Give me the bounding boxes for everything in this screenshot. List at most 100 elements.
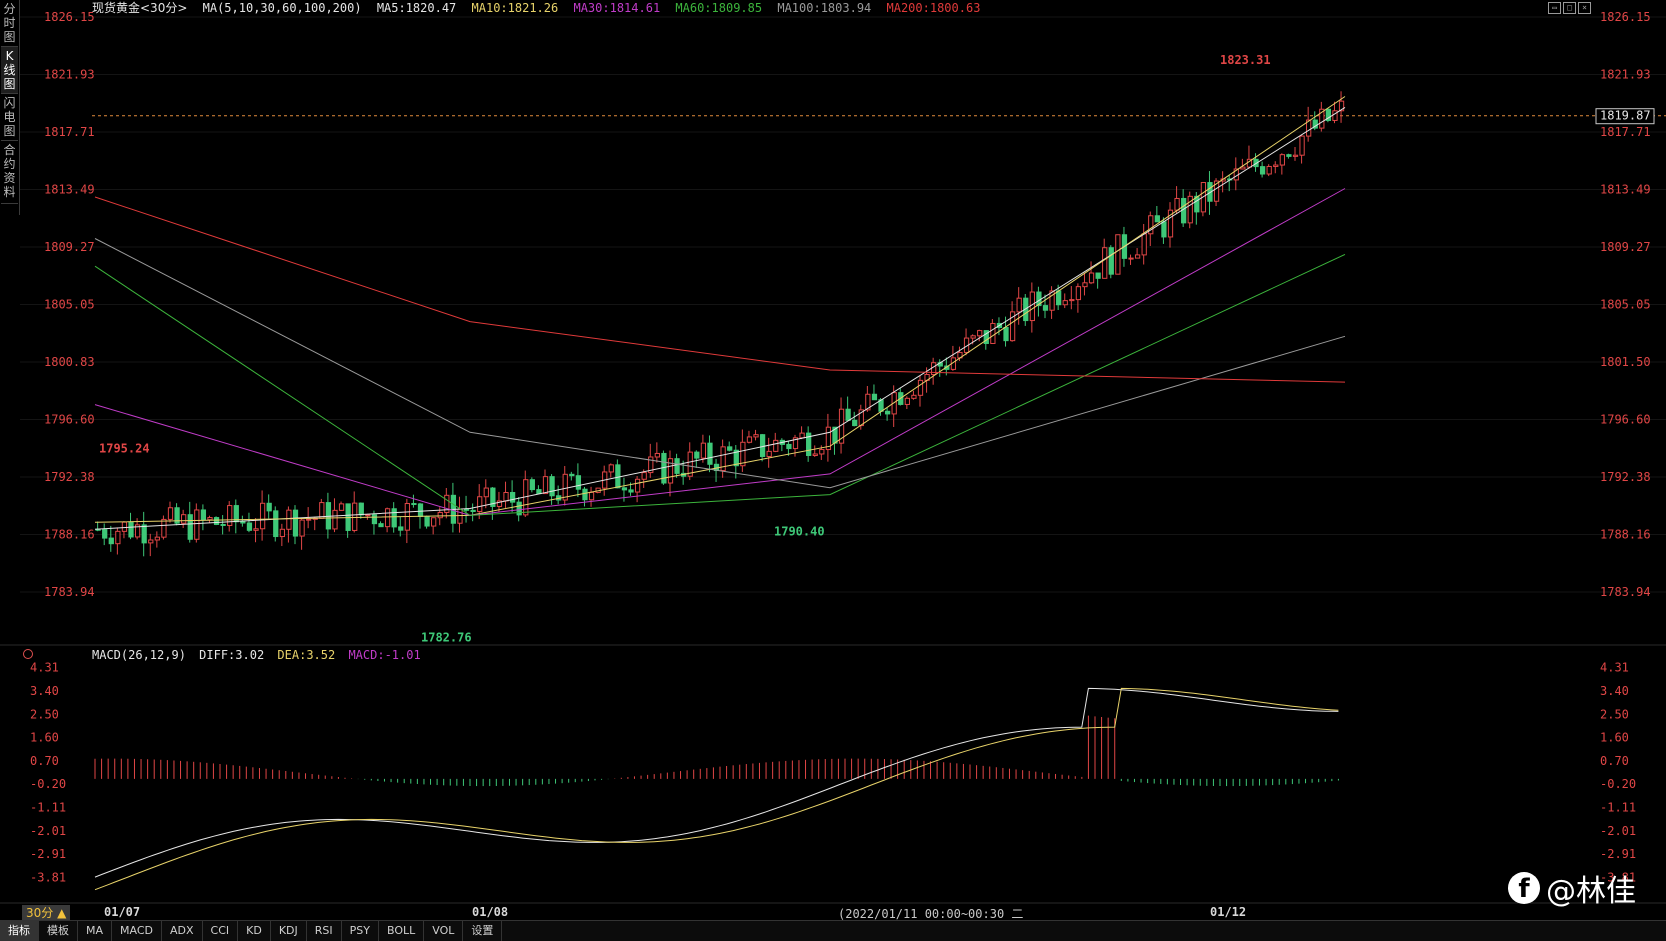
candle-body: [529, 479, 535, 491]
candle-body: [1134, 254, 1141, 259]
macd-dea-line: [94, 687, 1339, 891]
price-tick-left: 1809.27: [44, 240, 95, 254]
candle-body: [167, 507, 174, 520]
indicator-toolbar: 指标 模板 MA MACD ADX CCI KD KDJ RSI PSY BOL…: [0, 920, 1666, 941]
price-tick-left: 1821.93: [44, 68, 95, 82]
period-selector[interactable]: 30分 ▲: [22, 905, 71, 921]
candle-body: [483, 487, 489, 498]
tab-psy[interactable]: PSY: [342, 921, 379, 941]
macd-tick-left: -0.20: [30, 777, 66, 791]
macd-tick-left: 2.50: [30, 707, 59, 721]
candle-body: [148, 539, 154, 544]
ma-line-ma60: [94, 253, 1346, 516]
tab-ma[interactable]: MA: [78, 921, 113, 941]
tab-template[interactable]: 模板: [39, 921, 78, 941]
candle-body: [128, 521, 134, 538]
macd-tick-left: -3.81: [30, 870, 66, 884]
candle-body: [240, 521, 246, 524]
ma-line-ma100: [94, 238, 1346, 489]
price-tick-right: 1821.93: [1600, 68, 1651, 82]
candle-body: [799, 432, 805, 439]
price-tick-right: 1809.27: [1600, 240, 1651, 254]
candle-body: [1259, 166, 1266, 175]
candle-body: [121, 521, 128, 532]
macd-tick-right: 0.70: [1600, 754, 1629, 768]
tab-kd[interactable]: KD: [238, 921, 271, 941]
candle-body: [463, 508, 470, 511]
price-tick-left: 1817.71: [44, 125, 95, 139]
tab-kdj[interactable]: KDJ: [271, 921, 307, 941]
macd-dea: DEA:3.52: [277, 648, 336, 662]
tab-indicators[interactable]: 指标: [0, 921, 39, 941]
candle-body: [904, 397, 910, 405]
macd-header: MACD(26,12,9) DIFF:3.02 DEA:3.52 MACD:-1…: [92, 648, 427, 662]
tab-boll[interactable]: BOLL: [379, 921, 425, 941]
facebook-icon: f: [1508, 872, 1540, 904]
candle-body: [727, 446, 733, 451]
candle-body: [615, 464, 621, 489]
ma-line-ma5: [94, 106, 1346, 530]
macd-settings-icon[interactable]: [23, 649, 33, 659]
candle-body: [338, 503, 345, 511]
price-chart[interactable]: 1826.15 1826.15 1821.93 1821.93 1817.71 1817.…: [0, 0, 1666, 905]
price-tick-right: 1796.60: [1600, 413, 1651, 427]
candle-body: [700, 442, 707, 459]
candle-body: [299, 519, 305, 537]
candle-body: [398, 526, 404, 531]
price-annotation: 1790.40: [774, 525, 825, 539]
macd-tick-right: 4.31: [1600, 660, 1629, 674]
candle-body: [562, 473, 568, 501]
candle-body: [621, 487, 628, 491]
candle-body: [161, 518, 167, 538]
price-tick-left: 1796.60: [44, 413, 95, 427]
candle-body: [220, 523, 226, 526]
candle-body: [424, 515, 430, 527]
candle-body: [477, 496, 483, 513]
candle-body: [1273, 164, 1279, 167]
price-tick-right: 1783.94: [1600, 585, 1651, 599]
candle-body: [819, 449, 825, 455]
ma-line-ma10: [94, 96, 1346, 523]
tab-macd[interactable]: MACD: [112, 921, 162, 941]
macd-tick-right: 2.50: [1600, 707, 1629, 721]
candle-body: [332, 509, 338, 530]
candle-body: [352, 502, 358, 531]
price-tick-left: 1783.94: [44, 585, 95, 599]
candle-body: [391, 508, 397, 528]
macd-tick-left: 1.60: [30, 731, 59, 745]
candle-body: [319, 502, 325, 519]
candle-body: [654, 452, 660, 458]
candle-body: [588, 491, 595, 501]
x-date-3: 01/12: [1210, 905, 1247, 919]
candle-body: [1075, 286, 1082, 301]
candle-body: [207, 517, 213, 521]
candle-body: [759, 434, 766, 457]
trading-app: 分时图 K线图 闪电图 合约资料 现货黄金<30分> MA(5,10,30,60…: [0, 0, 1666, 941]
candle-body: [358, 502, 364, 516]
candle-body: [200, 509, 207, 521]
price-tick-right: 1817.71: [1600, 125, 1651, 139]
candle-body: [1128, 257, 1134, 260]
price-tick-left: 1826.15: [44, 10, 95, 24]
candle-body: [542, 476, 549, 495]
candle-body: [773, 439, 779, 452]
candle-body: [1029, 291, 1035, 322]
candle-body: [1279, 154, 1285, 166]
candle-body: [852, 419, 858, 427]
tab-settings[interactable]: 设置: [463, 921, 503, 941]
candle-body: [628, 489, 634, 493]
price-tick-left: 1805.05: [44, 298, 95, 312]
tab-vol[interactable]: VOL: [424, 921, 464, 941]
candle-body: [694, 451, 700, 459]
tab-cci[interactable]: CCI: [203, 921, 239, 941]
macd-tick-left: -2.01: [30, 824, 66, 838]
candle-body: [845, 408, 851, 421]
candle-body: [457, 508, 463, 524]
tab-adx[interactable]: ADX: [162, 921, 203, 941]
candle-body: [536, 489, 542, 495]
candle-body: [141, 524, 147, 544]
tab-rsi[interactable]: RSI: [307, 921, 342, 941]
price-annotation: 1795.24: [99, 442, 150, 456]
candle-body: [970, 335, 976, 339]
candle-body: [154, 536, 160, 541]
